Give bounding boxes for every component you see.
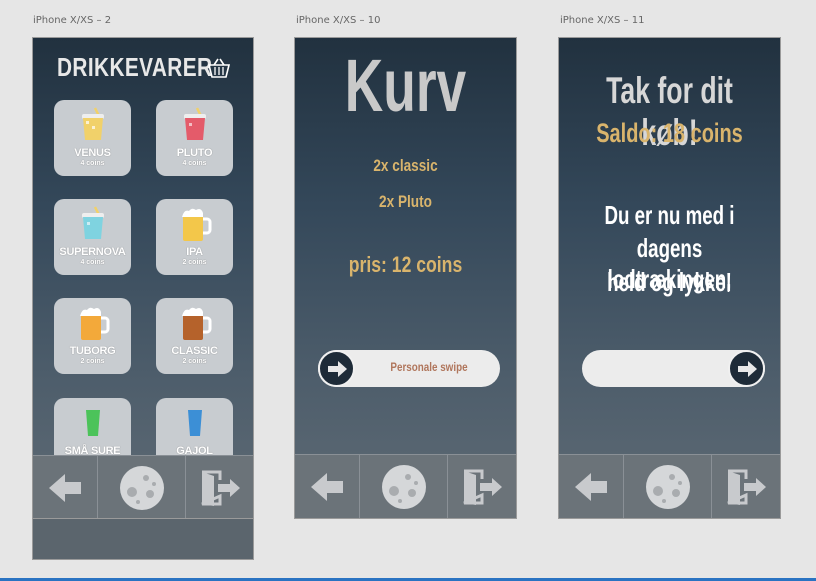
artboard-label: iPhone X/XS – 11: [560, 15, 645, 26]
back-arrow-icon: [575, 473, 607, 501]
beer-mug-dark-icon: [156, 304, 233, 342]
artboard-label: iPhone X/XS – 2: [33, 15, 112, 26]
home-button[interactable]: [624, 455, 712, 518]
page-title: Kurv: [344, 44, 467, 127]
drinks-screen-footer: [32, 519, 254, 560]
drink-name: TUBORG: [69, 345, 116, 357]
completed-swipe-slider[interactable]: [582, 350, 765, 387]
exit-door-icon: [463, 469, 502, 505]
drink-price: 2 coins: [182, 358, 207, 365]
drink-price: 2 coins: [182, 259, 207, 266]
basket-line: 2x Pluto: [379, 192, 432, 211]
basket-icon[interactable]: [207, 57, 231, 84]
beer-mug-icon: [54, 304, 131, 342]
back-arrow-icon: [49, 474, 81, 502]
back-button[interactable]: [33, 456, 98, 518]
cocktail-blue-icon: [54, 205, 131, 243]
drink-price: 4 coins: [80, 160, 105, 167]
arrow-right-icon: [327, 360, 347, 377]
total-price: pris: 12 coins: [348, 252, 463, 277]
drink-price: 4 coins: [182, 160, 207, 167]
drink-name: IPA: [186, 246, 203, 258]
exit-door-icon: [200, 470, 240, 506]
home-button[interactable]: [360, 455, 448, 518]
arrow-right-icon: [737, 360, 757, 377]
back-button[interactable]: [295, 455, 360, 518]
back-arrow-icon: [311, 473, 343, 501]
message-line: Du er nu med i: [604, 200, 735, 230]
drink-tile-venus[interactable]: VENUS 4 coins: [54, 100, 131, 176]
staff-swipe-slider[interactable]: Personale swipe: [318, 350, 500, 387]
shot-blue-icon: [156, 404, 233, 438]
drink-name: PLUTO: [176, 147, 213, 159]
swipe-label: Personale swipe: [390, 360, 468, 374]
bottom-nav: [33, 455, 253, 518]
bottom-nav: [295, 454, 516, 518]
drinks-screen: DRIKKEVARER VENUS 4 coins PLUTO 4 coins …: [32, 37, 254, 519]
balance: Saldo: 18 coins: [596, 118, 743, 148]
home-button[interactable]: [98, 456, 186, 518]
exit-button[interactable]: [448, 455, 516, 518]
beer-mug-icon: [156, 205, 233, 243]
drink-price: 2 coins: [80, 358, 105, 365]
basket-line: 2x classic: [373, 156, 438, 175]
exit-button[interactable]: [186, 456, 253, 518]
moon-icon: [381, 465, 426, 509]
swipe-handle[interactable]: [728, 350, 765, 387]
drink-tile-supernova[interactable]: SUPERNOVA 4 coins: [54, 199, 131, 275]
cocktail-red-icon: [156, 106, 233, 144]
shot-green-icon: [54, 404, 131, 438]
drink-tile-tuborg[interactable]: TUBORG 2 coins: [54, 298, 131, 374]
basket-screen: Kurv 2x classic 2x Pluto pris: 12 coins …: [294, 37, 517, 519]
drink-tile-classic[interactable]: CLASSIC 2 coins: [156, 298, 233, 374]
artboard-label: iPhone X/XS – 10: [296, 15, 381, 26]
back-button[interactable]: [559, 455, 624, 518]
message-line: held og lykke!: [607, 267, 732, 297]
bottom-nav: [559, 454, 780, 518]
exit-button[interactable]: [712, 455, 780, 518]
drink-tile-pluto[interactable]: PLUTO 4 coins: [156, 100, 233, 176]
drink-name: SUPERNOVA: [59, 246, 126, 258]
drink-name: VENUS: [74, 147, 111, 159]
swipe-handle[interactable]: [318, 350, 355, 387]
page-title: DRIKKEVARER: [57, 52, 213, 82]
thanks-screen: Tak for dit køb! Saldo: 18 coins Du er n…: [558, 37, 781, 519]
drink-price: 4 coins: [80, 259, 105, 266]
moon-icon: [119, 466, 164, 510]
moon-icon: [645, 465, 690, 509]
drink-tile-ipa[interactable]: IPA 2 coins: [156, 199, 233, 275]
cocktail-yellow-icon: [54, 106, 131, 144]
exit-door-icon: [727, 469, 766, 505]
drink-name: CLASSIC: [171, 345, 218, 357]
